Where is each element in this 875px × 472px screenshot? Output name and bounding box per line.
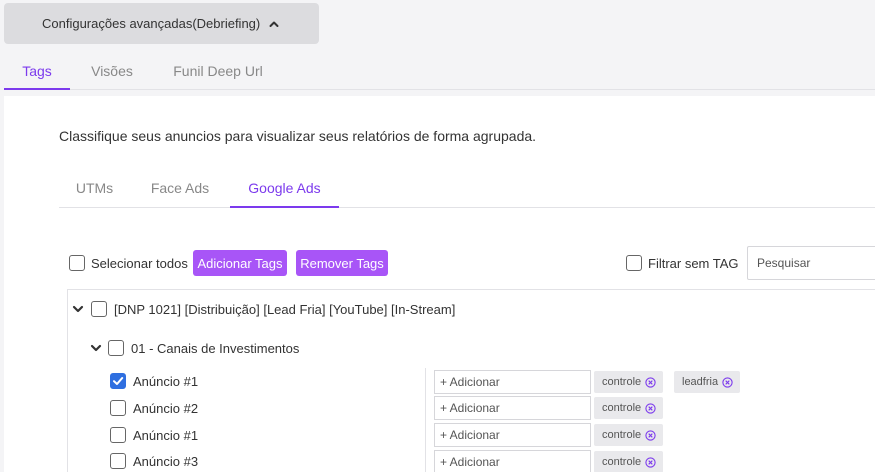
tag-label: controle	[602, 456, 642, 468]
chevron-down-icon[interactable]	[72, 303, 84, 315]
top-tabs: Tags Visões Funil Deep Url	[4, 52, 875, 90]
tag-chip: controle	[594, 397, 664, 419]
tag-label: controle	[602, 429, 642, 441]
filter-no-tag-checkbox[interactable]	[626, 255, 642, 271]
ad-checkbox[interactable]	[110, 400, 126, 416]
group-checkbox[interactable]	[108, 340, 124, 356]
column-divider	[425, 368, 426, 472]
tag-chip: controle	[594, 424, 664, 446]
ad-checkbox[interactable]	[110, 453, 126, 469]
ad-label: Anúncio #3	[133, 454, 199, 469]
tab-visoes[interactable]: Visões	[82, 52, 142, 90]
ad-label: Anúncio #1	[133, 428, 199, 443]
filter-no-tag-label: Filtrar sem TAG	[648, 256, 739, 271]
ad-checkbox[interactable]	[110, 373, 126, 389]
campaign-label: [DNP 1021] [Distribuição] [Lead Fria] [Y…	[114, 302, 456, 317]
select-all-checkbox[interactable]	[69, 255, 85, 271]
add-tag-input[interactable]: + Adicionar	[434, 370, 591, 394]
add-tag-input[interactable]: + Adicionar	[434, 450, 591, 472]
remove-tags-button[interactable]: Remover Tags	[296, 250, 388, 276]
add-tag-input[interactable]: + Adicionar	[434, 396, 591, 420]
tag-chip: leadfria	[674, 371, 741, 393]
tag-label: controle	[602, 402, 642, 414]
advanced-settings-label: Configurações avançadas(Debriefing)	[42, 16, 261, 31]
advanced-settings-button[interactable]: Configurações avançadas(Debriefing)	[4, 3, 319, 44]
tag-label: leadfria	[682, 376, 719, 388]
tab-face-ads[interactable]: Face Ads	[139, 170, 221, 208]
tag-label: controle	[602, 376, 642, 388]
remove-tag-icon[interactable]	[722, 376, 733, 388]
description-text: Classifique seus anuncios para visualiza…	[59, 128, 537, 144]
search-input[interactable]: Pesquisar	[747, 246, 875, 280]
tab-funil-deep-url[interactable]: Funil Deep Url	[164, 52, 272, 90]
chevron-up-icon	[269, 21, 279, 27]
ad-label: Anúncio #2	[133, 401, 199, 416]
remove-tag-icon[interactable]	[645, 376, 656, 388]
select-all-label: Selecionar todos	[91, 256, 188, 271]
tab-google-ads[interactable]: Google Ads	[230, 170, 339, 208]
ad-checkbox[interactable]	[110, 427, 126, 443]
sub-tabs: UTMs Face Ads Google Ads	[59, 170, 875, 208]
tag-chip: controle	[594, 451, 664, 472]
add-tag-input[interactable]: + Adicionar	[434, 423, 591, 447]
tab-tags[interactable]: Tags	[4, 52, 70, 90]
group-label: 01 - Canais de Investimentos	[131, 341, 300, 356]
remove-tag-icon[interactable]	[645, 456, 656, 468]
chevron-down-icon[interactable]	[90, 342, 102, 354]
check-icon	[113, 377, 124, 385]
campaign-checkbox[interactable]	[91, 301, 107, 317]
tab-utms[interactable]: UTMs	[59, 170, 130, 208]
ad-label: Anúncio #1	[133, 374, 199, 389]
tag-chip: controle	[594, 371, 664, 393]
remove-tag-icon[interactable]	[645, 429, 656, 441]
add-tags-button[interactable]: Adicionar Tags	[193, 250, 287, 276]
remove-tag-icon[interactable]	[645, 402, 656, 414]
